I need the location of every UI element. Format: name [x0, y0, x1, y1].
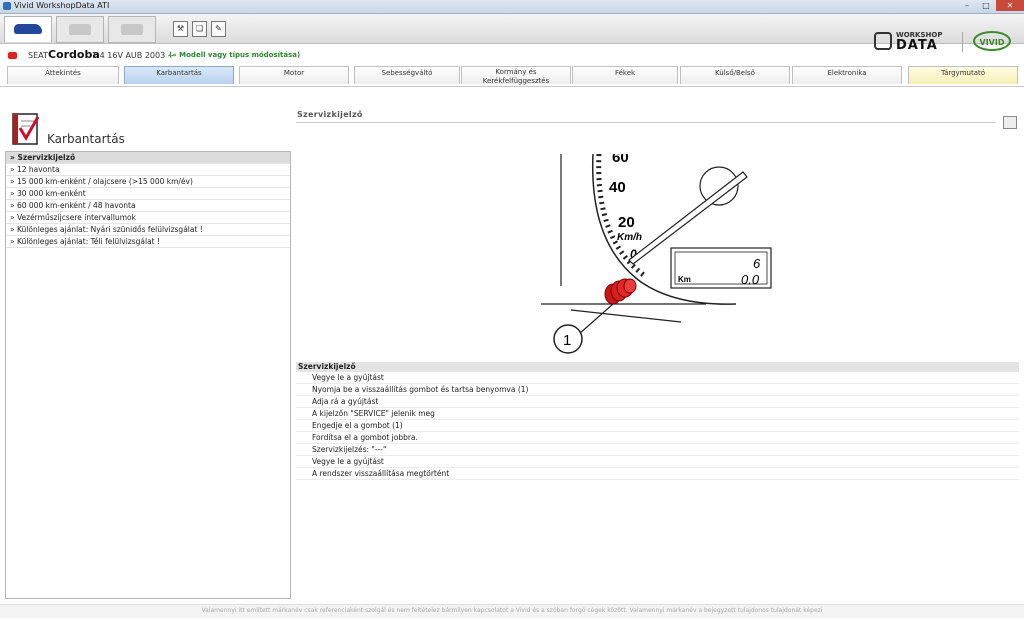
content-title: Szervizkijelző [297, 110, 363, 119]
step-row: Engedje el a gombot (1) [296, 420, 1019, 432]
tab-targymutato[interactable]: Tárgymutató [908, 66, 1018, 84]
tab-fekek[interactable]: Fékek [572, 66, 678, 84]
vehicle-tab-button[interactable] [4, 16, 52, 42]
callout-line [578, 303, 614, 335]
sidebar-item-12-havonta[interactable]: » 12 havonta [6, 164, 290, 176]
tab-label: Karbantartás [156, 69, 202, 77]
title-bar: Vivid WorkshopData ATI – □ ✕ [0, 0, 1024, 14]
maximize-button[interactable]: □ [977, 0, 995, 11]
sidebar-item-vezermuszij[interactable]: » Vezérműszíjcsere intervallumok [6, 212, 290, 224]
tab-kormany[interactable]: Kormány és Kerékfelfüggesztés [461, 66, 571, 85]
edit-icon: ✎ [215, 24, 222, 33]
tab-label: Fékek [614, 69, 636, 77]
app-icon [3, 2, 11, 10]
tab-elektronika[interactable]: Elektronika [792, 66, 902, 84]
odometer-unit: Km [678, 275, 691, 284]
content-panel: Szervizkijelző 60 40 20 Km/h 0 6 0.0 Km [296, 108, 1019, 598]
folder-tab-button-1[interactable] [56, 16, 104, 43]
step-row: Adja rá a gyújtást [296, 396, 1019, 408]
sidebar-item-15000km[interactable]: » 15 000 km-enként / olajcsere (>15 000 … [6, 176, 290, 188]
close-button[interactable]: ✕ [996, 0, 1024, 11]
tab-label: Tárgymutató [940, 69, 986, 77]
step-row: A rendszer visszaállítása megtörtént [296, 468, 1019, 480]
wrench-icon: ⚒ [176, 24, 185, 33]
gauge-label-40: 40 [609, 179, 626, 196]
sidebar: Karbantartás » Szervizkijelző » 12 havon… [5, 110, 291, 599]
step-row: Nyomja be a visszaállítás gombot és tart… [296, 384, 1019, 396]
tab-label: Motor [283, 69, 305, 77]
car-icon [14, 24, 42, 34]
vehicle-info-row: SEAT Cordoba 1.4 16V AUB 2003 -- (« Mode… [0, 48, 1024, 64]
reset-button-illustration [604, 278, 637, 305]
maintenance-book-icon [12, 113, 40, 145]
main-toolbar: ⚒ ❏ ✎ WORKSHOP DATA VIVID [0, 14, 1024, 53]
copy-button[interactable]: ❏ [192, 21, 207, 37]
steps-table: Szervizkijelző Vegye le a gyújtást Nyomj… [296, 362, 1019, 480]
step-row: Fordítsa el a gombot jobbra. [296, 432, 1019, 444]
sidebar-item-60000km[interactable]: » 60 000 km-enként / 48 havonta [6, 200, 290, 212]
title-divider [296, 122, 996, 123]
sidebar-item-teli-ajanlat[interactable]: » Különleges ajánlat: Téli felülvizsgála… [6, 236, 290, 248]
tools-button[interactable]: ⚒ [173, 21, 188, 37]
sidebar-title: Karbantartás [47, 132, 125, 146]
sidebar-item-szervizkijelzo[interactable]: » Szervizkijelző [6, 152, 290, 164]
tab-label: Sebességváltó [381, 69, 433, 77]
sidebar-header: Karbantartás [5, 110, 291, 150]
odometer-total: 0.0 [741, 272, 760, 287]
tab-label: Áttekintés [45, 69, 81, 77]
tab-label: Külső/Belső [715, 69, 755, 77]
folder-icon [121, 24, 143, 35]
change-model-link[interactable]: (« Modell vagy típus módosítása) [169, 51, 300, 59]
gauge-label-60: 60 [612, 154, 629, 166]
tab-kulso-belso[interactable]: Külső/Belső [680, 66, 790, 84]
vehicle-brand-icon [8, 52, 17, 59]
tab-karbantartas[interactable]: Karbantartás [124, 66, 234, 84]
copy-icon: ❏ [195, 24, 204, 33]
step-row: Vegye le a gyújtást [296, 372, 1019, 384]
step-row: Vegye le a gyújtást [296, 456, 1019, 468]
category-tabs: Áttekintés Karbantartás Motor Sebességvá… [0, 66, 1024, 87]
vivid-logo-text: VIVID [979, 38, 1005, 47]
sidebar-item-30000km[interactable]: » 30 000 km-enként [6, 188, 290, 200]
sidebar-item-nyari-ajanlat[interactable]: » Különleges ajánlat: Nyári szünidős fel… [6, 224, 290, 236]
window-title: Vivid WorkshopData ATI [14, 1, 110, 10]
disclaimer-footer: Valamennyi itt említett márkanév csak re… [0, 604, 1024, 618]
gauge-label-20: 20 [618, 214, 635, 231]
step-row: A kijelzőn "SERVICE" jelenik meg [296, 408, 1019, 420]
dash-frame-line [570, 309, 682, 323]
odometer-trip: 6 [753, 256, 761, 271]
folder-icon [69, 24, 91, 35]
tab-sebessegvalto[interactable]: Sebességváltó [354, 66, 460, 84]
folder-tab-button-2[interactable] [108, 16, 156, 43]
steps-header: Szervizkijelző [296, 362, 1019, 372]
minimize-button[interactable]: – [958, 0, 976, 11]
print-icon[interactable] [1003, 116, 1017, 129]
vehicle-spec: 1.4 16V AUB 2003 -- [92, 51, 174, 60]
callout-number: 1 [563, 332, 571, 349]
sidebar-menu: » Szervizkijelző » 12 havonta » 15 000 k… [5, 151, 291, 599]
vehicle-make: SEAT [28, 51, 48, 60]
step-row: Szervizkijelzés: "---" [296, 444, 1019, 456]
gauge-label-unit: Km/h [617, 232, 642, 243]
tab-label: Kormány és Kerékfelfüggesztés [482, 68, 550, 85]
tab-attekintes[interactable]: Áttekintés [7, 66, 119, 84]
service-indicator-diagram: 60 40 20 Km/h 0 6 0.0 Km 1 [541, 154, 772, 354]
tab-label: Elektronika [827, 69, 867, 77]
tab-motor[interactable]: Motor [239, 66, 349, 84]
edit-button[interactable]: ✎ [211, 21, 226, 37]
